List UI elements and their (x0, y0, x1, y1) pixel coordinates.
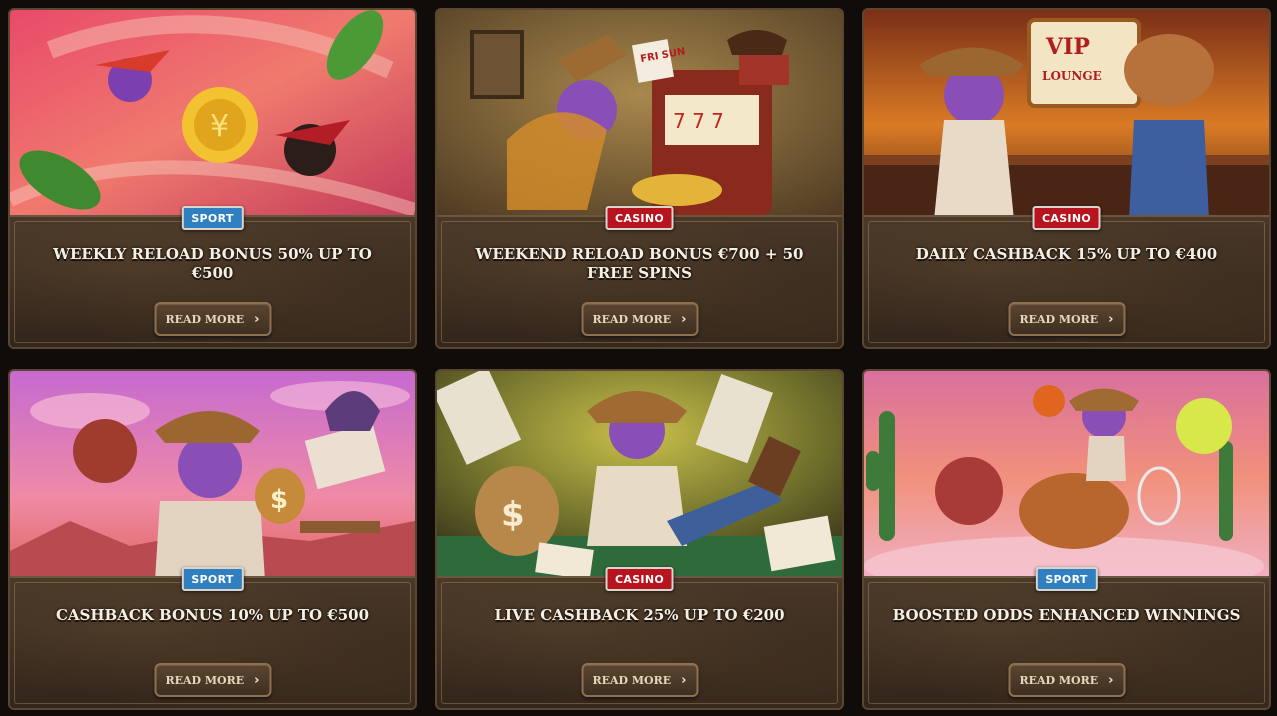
category-badge: SPORT (1035, 567, 1098, 591)
promo-title: DAILY CASHBACK 15% UP TO €400 (915, 245, 1218, 263)
button-label: READ MORE (1019, 312, 1099, 326)
chevron-right-icon: › (681, 311, 687, 327)
read-more-button[interactable]: READ MORE › (1008, 302, 1125, 336)
svg-text:7 7 7: 7 7 7 (673, 109, 724, 133)
promo-title: WEEKLY RELOAD BONUS 50% UP TO €500 (53, 245, 372, 282)
promo-card[interactable]: ¥ SPORT WEEKLY RELOAD BONUS 50% UP TO €5… (8, 8, 417, 349)
promo-image: $ (10, 371, 415, 581)
category-badge: CASINO (605, 206, 674, 230)
promo-card[interactable]: $ SPORT CASHBACK BONUS 10% UP TO €500 RE… (8, 369, 417, 710)
promo-title: LIVE CASHBACK 25% UP TO €200 (494, 606, 785, 624)
promo-card[interactable]: 7 7 7 FRI SUN CASINO WEEKEND RELOAD BONU… (435, 8, 844, 349)
promotions-grid: ¥ SPORT WEEKLY RELOAD BONUS 50% UP TO €5… (8, 8, 1271, 710)
button-label: READ MORE (592, 312, 672, 326)
read-more-button[interactable]: READ MORE › (581, 663, 698, 697)
promo-title: WEEKEND RELOAD BONUS €700 + 50 FREE SPIN… (475, 245, 804, 282)
promo-image: VIP LOUNGE (864, 10, 1269, 220)
promo-panel: CASINO DAILY CASHBACK 15% UP TO €400 REA… (864, 206, 1269, 347)
promo-panel: SPORT CASHBACK BONUS 10% UP TO €500 READ… (10, 567, 415, 708)
promo-panel: CASINO WEEKEND RELOAD BONUS €700 + 50 FR… (437, 206, 842, 347)
button-label: READ MORE (1019, 673, 1099, 687)
promo-card[interactable]: SPORT BOOSTED ODDS ENHANCED WINNINGS REA… (862, 369, 1271, 710)
read-more-button[interactable]: READ MORE › (154, 663, 271, 697)
promo-card[interactable]: VIP LOUNGE CASINO DAILY CASHBACK 15% UP … (862, 8, 1271, 349)
promo-panel: SPORT WEEKLY RELOAD BONUS 50% UP TO €500… (10, 206, 415, 347)
promo-panel: CASINO LIVE CASHBACK 25% UP TO €200 READ… (437, 567, 842, 708)
category-badge: CASINO (605, 567, 674, 591)
promo-title: BOOSTED ODDS ENHANCED WINNINGS (892, 606, 1241, 624)
promo-image: 7 7 7 FRI SUN (437, 10, 842, 220)
button-label: READ MORE (165, 673, 245, 687)
promo-card[interactable]: $ CASINO LIVE CASHBACK 25% UP TO €200 RE… (435, 369, 844, 710)
button-label: READ MORE (592, 673, 672, 687)
promo-image: $ (437, 371, 842, 581)
promo-panel: SPORT BOOSTED ODDS ENHANCED WINNINGS REA… (864, 567, 1269, 708)
chevron-right-icon: › (254, 672, 260, 688)
button-label: READ MORE (165, 312, 245, 326)
svg-text:VIP: VIP (1045, 34, 1090, 60)
svg-text:$: $ (501, 495, 525, 535)
promo-image (864, 371, 1269, 581)
promo-image: ¥ (10, 10, 415, 220)
read-more-button[interactable]: READ MORE › (581, 302, 698, 336)
category-badge: SPORT (181, 206, 244, 230)
svg-text:LOUNGE: LOUNGE (1042, 69, 1102, 83)
read-more-button[interactable]: READ MORE › (154, 302, 271, 336)
svg-text:$: $ (270, 485, 288, 515)
chevron-right-icon: › (1108, 672, 1114, 688)
promo-title: CASHBACK BONUS 10% UP TO €500 (55, 606, 370, 624)
svg-text:¥: ¥ (210, 109, 229, 144)
chevron-right-icon: › (1108, 311, 1114, 327)
chevron-right-icon: › (681, 672, 687, 688)
sign-vip-lounge: VIP LOUNGE (1027, 18, 1141, 108)
category-badge: SPORT (181, 567, 244, 591)
category-badge: CASINO (1032, 206, 1101, 230)
chevron-right-icon: › (254, 311, 260, 327)
read-more-button[interactable]: READ MORE › (1008, 663, 1125, 697)
